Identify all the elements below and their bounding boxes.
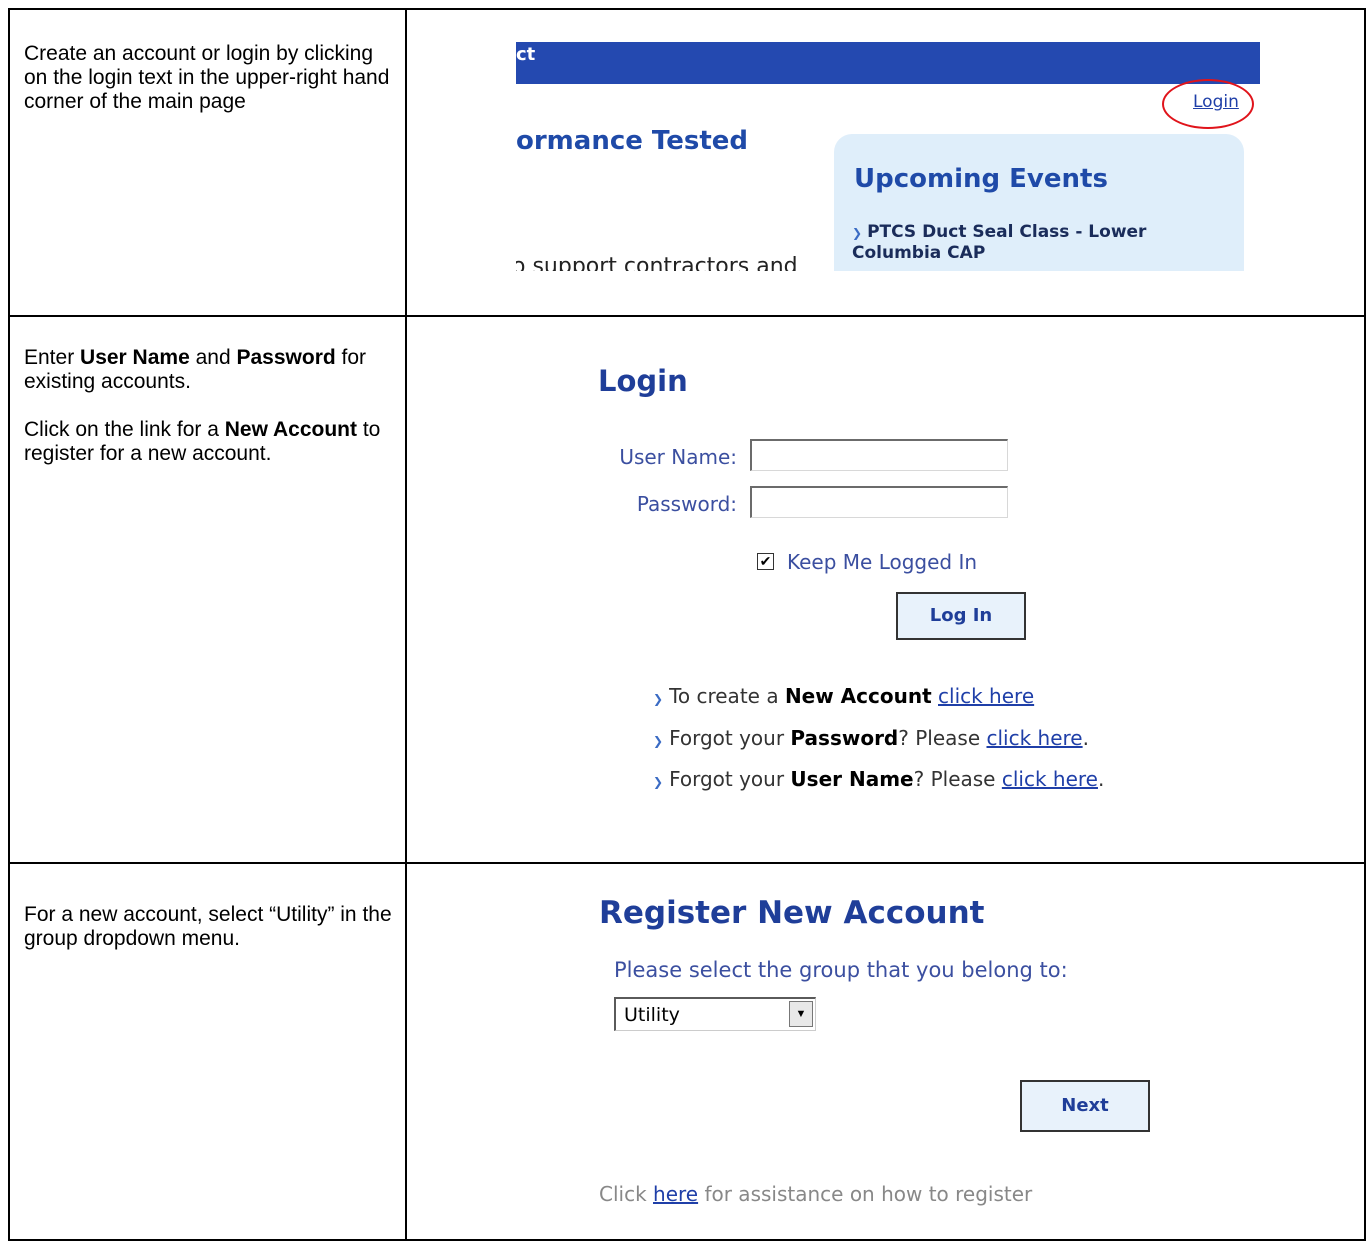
group-prompt: Please select the group that you belong … [614,958,1068,982]
group-select-value: Utility [624,1004,680,1026]
checkmark-icon: ✔ [759,553,772,569]
forgot-username-link-row: ❯ Forgot your User Name? Please click her… [653,767,1105,791]
upcoming-events-panel: Upcoming Events ❯ PTCS Duct Seal Class - … [834,134,1244,271]
forgot-password-link-row: ❯ Forgot your Password? Please click here… [653,726,1089,750]
chevron-right-icon: ❯ [653,692,664,706]
row-divider-2 [8,862,1366,864]
page-headline: ormance Tested [516,126,748,156]
keep-logged-in-label: Keep Me Logged In [787,550,978,574]
forgot-password-link[interactable]: click here [986,726,1082,750]
next-button[interactable]: Next [1020,1080,1150,1132]
chevron-right-icon: ❯ [653,734,664,748]
highlight-circle [1162,79,1254,129]
row1-instruction: Create an account or login by clicking o… [24,42,394,138]
column-divider [405,8,407,1241]
log-in-button[interactable]: Log In [896,592,1026,640]
row2-para1: Enter User Name and Password for existin… [24,346,367,393]
row3-instruction: For a new account, select “Utility” in t… [24,903,394,975]
row2-para2: Click on the link for a New Account to r… [24,418,381,465]
register-title: Register New Account [599,895,985,931]
keep-logged-in-checkbox[interactable]: ✔ [757,553,774,570]
site-header-bar: ct [516,42,1260,84]
assistance-link[interactable]: here [653,1182,698,1206]
event-item-label: PTCS Duct Seal Class - Lower Columbia CA… [852,222,1147,263]
new-account-link[interactable]: click here [938,684,1034,708]
login-title: Login [598,364,688,398]
events-title: Upcoming Events [854,164,1108,194]
event-item[interactable]: ❯ PTCS Duct Seal Class - Lower Columbia C… [852,222,1222,263]
row1-instruction-text: Create an account or login by clicking o… [24,42,390,113]
header-fragment: ct [516,44,536,65]
body-text-fragment: o support contractors and [516,254,798,271]
group-select[interactable]: Utility ▼ [614,997,816,1031]
register-assistance: Click here for assistance on how to regi… [599,1182,1033,1206]
forgot-username-link[interactable]: click here [1002,767,1098,791]
username-input[interactable] [750,439,1008,471]
username-label: User Name: [619,445,737,469]
row2-instruction: Enter User Name and Password for existin… [24,346,394,490]
row3-instruction-text: For a new account, select “Utility” in t… [24,903,392,950]
new-account-link-row: ❯ To create a New Account click here [653,684,1035,708]
main-page-screenshot: ct Login ormance Tested o support contra… [516,42,1260,271]
chevron-right-icon: ❯ [852,226,863,240]
row-divider-1 [8,315,1366,317]
password-label: Password: [636,492,737,516]
dropdown-arrow-icon[interactable]: ▼ [789,1001,813,1027]
chevron-right-icon: ❯ [653,775,664,789]
password-input[interactable] [750,486,1008,518]
